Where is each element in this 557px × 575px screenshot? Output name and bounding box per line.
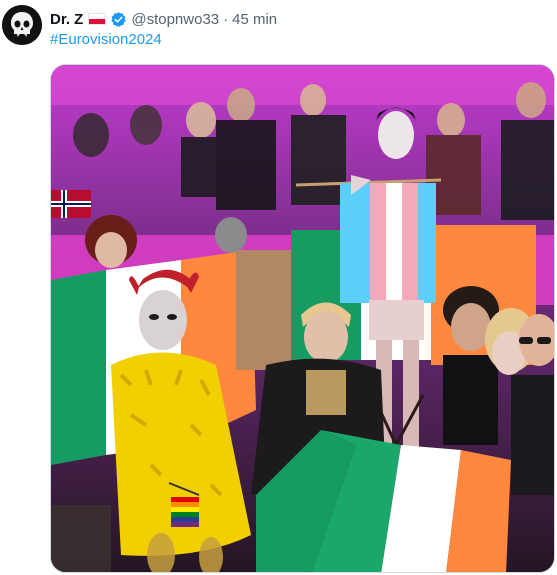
dot-separator: · xyxy=(223,10,229,28)
hashtag-link[interactable]: #Eurovision2024 xyxy=(50,31,162,48)
tweet-header: Dr. Z @stopnwo33 · 45 min xyxy=(50,9,277,29)
tweet-timestamp[interactable]: 45 min xyxy=(232,11,277,28)
tweet-photo[interactable] xyxy=(50,64,555,573)
eurovision-crowd-photo xyxy=(51,65,554,572)
author-handle[interactable]: @stopnwo33 xyxy=(131,11,219,28)
author-name[interactable]: Dr. Z xyxy=(50,11,83,28)
verified-badge-icon[interactable] xyxy=(110,11,127,28)
author-avatar[interactable] xyxy=(2,5,42,45)
poland-flag-icon xyxy=(88,13,107,25)
dark-haired-man xyxy=(443,286,499,445)
tweet[interactable]: Dr. Z @stopnwo33 · 45 min #Eurovision202… xyxy=(0,0,557,575)
skull-avatar-icon xyxy=(2,5,42,45)
